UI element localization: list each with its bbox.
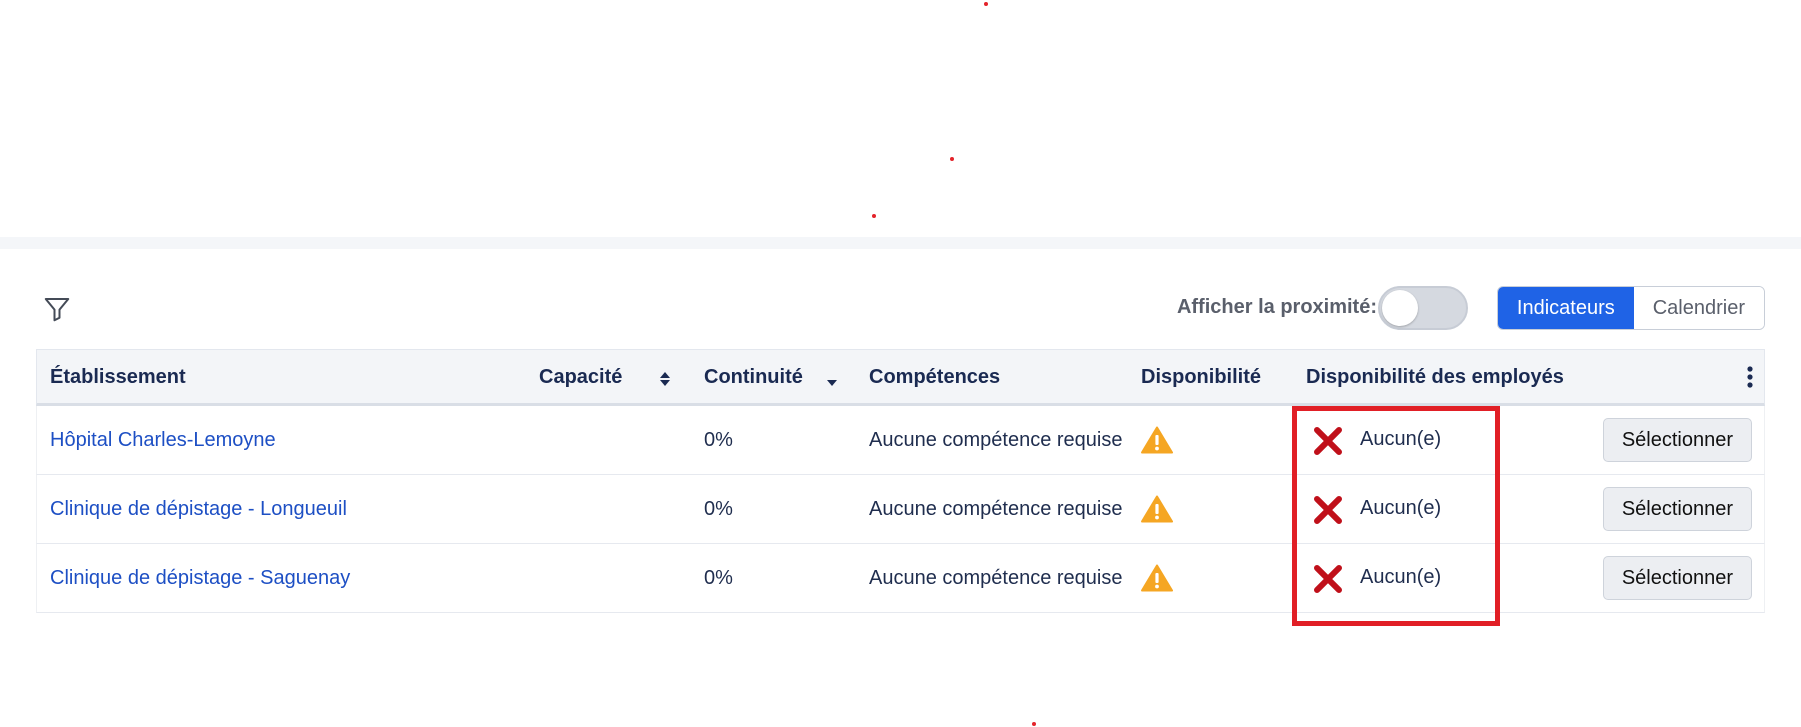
view-switcher: Indicateurs Calendrier — [1496, 286, 1765, 330]
warning-icon — [1141, 564, 1173, 592]
warning-icon — [1141, 426, 1173, 454]
close-icon — [1314, 565, 1342, 593]
column-header-availability: Disponibilité — [1141, 366, 1261, 388]
continuity-value: 0% — [704, 498, 733, 520]
close-icon — [1314, 496, 1342, 524]
table-row: Clinique de dépistage - Saguenay 0% Aucu… — [36, 544, 1765, 613]
skills-value: Aucune compétence requise — [869, 498, 1123, 520]
employee-availability-value: Aucun(e) — [1360, 497, 1442, 519]
column-header-skills: Compétences — [869, 366, 1001, 388]
sort-descending-icon[interactable] — [826, 370, 838, 388]
skills-value: Aucune compétence requise — [869, 567, 1123, 589]
decorative-dot — [1032, 722, 1036, 726]
column-header-capacity[interactable]: Capacité — [539, 350, 622, 404]
section-divider — [0, 237, 1801, 249]
establishment-link[interactable]: Clinique de dépistage - Longueuil — [50, 475, 347, 543]
table-toolbar: Afficher la proximité: Indicateurs Calen… — [36, 282, 1765, 334]
proximity-toggle[interactable] — [1378, 286, 1468, 330]
establishment-link[interactable]: Clinique de dépistage - Saguenay — [50, 544, 350, 612]
more-options-icon[interactable] — [1746, 366, 1754, 388]
decorative-dot — [950, 157, 954, 161]
continuity-value: 0% — [704, 567, 733, 589]
proximity-label: Afficher la proximité: — [1176, 296, 1377, 318]
column-header-continuity[interactable]: Continuité — [704, 350, 803, 404]
close-icon — [1314, 427, 1342, 455]
sort-both-icon[interactable] — [659, 370, 671, 388]
decorative-dot — [984, 2, 988, 6]
column-header-establishment[interactable]: Établissement — [50, 350, 186, 404]
warning-icon — [1141, 495, 1173, 523]
view-option-calendrier[interactable]: Calendrier — [1633, 287, 1764, 329]
employee-availability-value: Aucun(e) — [1360, 428, 1442, 450]
decorative-dot — [872, 214, 876, 218]
column-header-employee-availability: Disponibilité des employés — [1306, 366, 1564, 388]
filter-icon[interactable] — [42, 294, 72, 324]
table-header: Établissement Capacité Continuité Compét… — [36, 349, 1765, 406]
skills-value: Aucune compétence requise — [869, 429, 1123, 451]
establishments-table: Établissement Capacité Continuité Compét… — [36, 349, 1765, 613]
select-button[interactable]: Sélectionner — [1602, 556, 1752, 600]
continuity-value: 0% — [704, 429, 733, 451]
table-row: Hôpital Charles-Lemoyne 0% Aucune compét… — [36, 406, 1765, 475]
table-row: Clinique de dépistage - Longueuil 0% Auc… — [36, 475, 1765, 544]
toggle-knob — [1382, 290, 1418, 326]
view-option-indicateurs[interactable]: Indicateurs — [1497, 287, 1634, 329]
select-button[interactable]: Sélectionner — [1602, 418, 1752, 462]
establishment-link[interactable]: Hôpital Charles-Lemoyne — [50, 406, 276, 474]
employee-availability-value: Aucun(e) — [1360, 566, 1442, 588]
select-button[interactable]: Sélectionner — [1602, 487, 1752, 531]
